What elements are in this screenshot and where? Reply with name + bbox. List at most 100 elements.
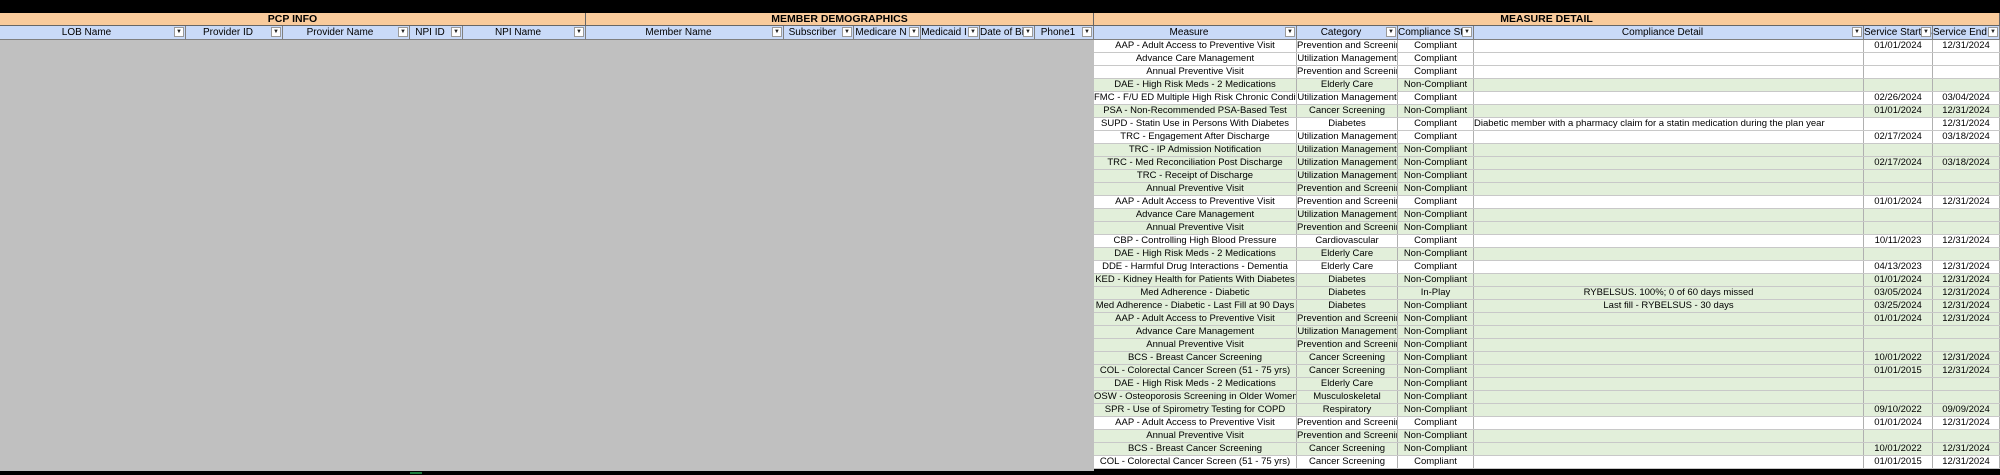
cell-start[interactable]: 10/01/2022 bbox=[1864, 443, 1933, 455]
cell-end[interactable]: 12/31/2024 bbox=[1933, 417, 2000, 429]
filter-dropdown-icon[interactable]: ▼ bbox=[1462, 27, 1472, 37]
filter-dropdown-icon[interactable]: ▼ bbox=[271, 27, 281, 37]
cell-measure[interactable]: Med Adherence - Diabetic - Last Fill at … bbox=[1094, 300, 1297, 312]
table-row[interactable]: SPR - Use of Spirometry Testing for COPD… bbox=[1094, 404, 2000, 417]
cell-start[interactable] bbox=[1864, 391, 1933, 403]
column-header-lob-name[interactable]: LOB Name ▼ bbox=[0, 26, 186, 40]
cell-category[interactable]: Utilization Management bbox=[1297, 157, 1398, 169]
cell-category[interactable]: Prevention and Screening bbox=[1297, 196, 1398, 208]
table-row[interactable]: OSW - Osteoporosis Screening in Older Wo… bbox=[1094, 391, 2000, 404]
cell-category[interactable]: Cancer Screening bbox=[1297, 443, 1398, 455]
cell-detail[interactable] bbox=[1474, 66, 1864, 78]
cell-status[interactable]: Non-Compliant bbox=[1398, 300, 1474, 312]
table-row[interactable]: TRC - Engagement After Discharge Utilizat… bbox=[1094, 131, 2000, 144]
column-header-npi-name[interactable]: NPI Name ▼ bbox=[463, 26, 586, 40]
cell-detail[interactable] bbox=[1474, 391, 1864, 403]
cell-detail[interactable] bbox=[1474, 339, 1864, 351]
cell-category[interactable]: Cardiovascular bbox=[1297, 235, 1398, 247]
cell-detail[interactable]: Last fill - RYBELSUS - 30 days bbox=[1474, 300, 1864, 312]
column-header-member-name[interactable]: Member Name ▼ bbox=[586, 26, 784, 40]
cell-measure[interactable]: DAE - High Risk Meds - 2 Medications bbox=[1094, 79, 1297, 91]
filter-dropdown-icon[interactable]: ▼ bbox=[1285, 27, 1295, 37]
cell-status[interactable]: Compliant bbox=[1398, 235, 1474, 247]
table-row[interactable]: Annual Preventive Visit Prevention and Sc… bbox=[1094, 339, 2000, 352]
cell-end[interactable]: 03/18/2024 bbox=[1933, 157, 2000, 169]
cell-status[interactable]: Non-Compliant bbox=[1398, 274, 1474, 286]
cell-status[interactable]: Non-Compliant bbox=[1398, 105, 1474, 117]
table-row[interactable]: COL - Colorectal Cancer Screen (51 - 75 … bbox=[1094, 456, 2000, 469]
cell-start[interactable]: 01/01/2024 bbox=[1864, 40, 1933, 52]
cell-start[interactable] bbox=[1864, 66, 1933, 78]
cell-detail[interactable] bbox=[1474, 222, 1864, 234]
cell-detail[interactable] bbox=[1474, 105, 1864, 117]
cell-status[interactable]: Non-Compliant bbox=[1398, 443, 1474, 455]
cell-measure[interactable]: AAP - Adult Access to Preventive Visit bbox=[1094, 313, 1297, 325]
cell-measure[interactable]: OSW - Osteoporosis Screening in Older Wo… bbox=[1094, 391, 1297, 403]
cell-measure[interactable]: Annual Preventive Visit bbox=[1094, 430, 1297, 442]
table-row[interactable]: Med Adherence - Diabetic - Last Fill at … bbox=[1094, 300, 2000, 313]
cell-category[interactable]: Prevention and Screening bbox=[1297, 183, 1398, 195]
cell-detail[interactable] bbox=[1474, 144, 1864, 156]
cell-start[interactable]: 01/01/2024 bbox=[1864, 313, 1933, 325]
cell-detail[interactable] bbox=[1474, 157, 1864, 169]
cell-detail[interactable] bbox=[1474, 92, 1864, 104]
cell-category[interactable]: Utilization Management bbox=[1297, 131, 1398, 143]
filter-dropdown-icon[interactable]: ▼ bbox=[772, 27, 782, 37]
cell-start[interactable]: 01/01/2024 bbox=[1864, 105, 1933, 117]
cell-measure[interactable]: Med Adherence - Diabetic bbox=[1094, 287, 1297, 299]
cell-category[interactable]: Prevention and Screening bbox=[1297, 66, 1398, 78]
filter-dropdown-icon[interactable]: ▼ bbox=[1023, 27, 1033, 37]
cell-category[interactable]: Cancer Screening bbox=[1297, 365, 1398, 377]
cell-category[interactable]: Elderly Care bbox=[1297, 378, 1398, 390]
cell-measure[interactable]: COL - Colorectal Cancer Screen (51 - 75 … bbox=[1094, 456, 1297, 468]
cell-end[interactable] bbox=[1933, 53, 2000, 65]
cell-category[interactable]: Elderly Care bbox=[1297, 79, 1398, 91]
filter-dropdown-icon[interactable]: ▼ bbox=[968, 27, 978, 37]
cell-start[interactable]: 03/25/2024 bbox=[1864, 300, 1933, 312]
cell-measure[interactable]: TRC - Med Reconciliation Post Discharge bbox=[1094, 157, 1297, 169]
cell-measure[interactable]: COL - Colorectal Cancer Screen (51 - 75 … bbox=[1094, 365, 1297, 377]
column-header-medicare[interactable]: Medicare N ▼ bbox=[854, 26, 921, 40]
group-header-pcp-info[interactable]: PCP INFO bbox=[0, 13, 586, 26]
cell-start[interactable] bbox=[1864, 170, 1933, 182]
cell-status[interactable]: Compliant bbox=[1398, 66, 1474, 78]
filter-dropdown-icon[interactable]: ▼ bbox=[574, 27, 584, 37]
table-row[interactable]: AAP - Adult Access to Preventive Visit Pr… bbox=[1094, 417, 2000, 430]
cell-status[interactable]: Compliant bbox=[1398, 261, 1474, 273]
table-row[interactable]: Annual Preventive Visit Prevention and Sc… bbox=[1094, 222, 2000, 235]
table-row[interactable]: CBP - Controlling High Blood Pressure Car… bbox=[1094, 235, 2000, 248]
cell-start[interactable] bbox=[1864, 248, 1933, 260]
table-row[interactable]: Annual Preventive Visit Prevention and Sc… bbox=[1094, 183, 2000, 196]
cell-end[interactable] bbox=[1933, 66, 2000, 78]
cell-detail[interactable] bbox=[1474, 352, 1864, 364]
cell-status[interactable]: Non-Compliant bbox=[1398, 170, 1474, 182]
cell-end[interactable]: 12/31/2024 bbox=[1933, 287, 2000, 299]
filter-dropdown-icon[interactable]: ▼ bbox=[1386, 27, 1396, 37]
cell-status[interactable]: Non-Compliant bbox=[1398, 144, 1474, 156]
cell-end[interactable] bbox=[1933, 378, 2000, 390]
cell-detail[interactable] bbox=[1474, 183, 1864, 195]
cell-status[interactable]: Compliant bbox=[1398, 92, 1474, 104]
cell-end[interactable]: 12/31/2024 bbox=[1933, 105, 2000, 117]
cell-category[interactable]: Prevention and Screening bbox=[1297, 430, 1398, 442]
cell-end[interactable] bbox=[1933, 339, 2000, 351]
cell-category[interactable]: Utilization Management bbox=[1297, 326, 1398, 338]
cell-category[interactable]: Cancer Screening bbox=[1297, 352, 1398, 364]
filter-dropdown-icon[interactable]: ▼ bbox=[398, 27, 408, 37]
table-row[interactable]: COL - Colorectal Cancer Screen (51 - 75 … bbox=[1094, 365, 2000, 378]
table-row[interactable]: DAE - High Risk Meds - 2 Medications Elde… bbox=[1094, 248, 2000, 261]
cell-status[interactable]: Compliant bbox=[1398, 456, 1474, 468]
cell-status[interactable]: Non-Compliant bbox=[1398, 365, 1474, 377]
cell-detail[interactable] bbox=[1474, 378, 1864, 390]
cell-category[interactable]: Prevention and Screening bbox=[1297, 40, 1398, 52]
column-header-medicaid[interactable]: Medicaid I ▼ bbox=[921, 26, 980, 40]
cell-category[interactable]: Elderly Care bbox=[1297, 248, 1398, 260]
cell-status[interactable]: Non-Compliant bbox=[1398, 248, 1474, 260]
cell-detail[interactable] bbox=[1474, 404, 1864, 416]
cell-measure[interactable]: PSA - Non-Recommended PSA-Based Test bbox=[1094, 105, 1297, 117]
cell-end[interactable]: 12/31/2024 bbox=[1933, 274, 2000, 286]
cell-measure[interactable]: Advance Care Management bbox=[1094, 53, 1297, 65]
table-row[interactable]: AAP - Adult Access to Preventive Visit Pr… bbox=[1094, 313, 2000, 326]
table-row[interactable]: AAP - Adult Access to Preventive Visit Pr… bbox=[1094, 40, 2000, 53]
cell-category[interactable]: Diabetes bbox=[1297, 300, 1398, 312]
